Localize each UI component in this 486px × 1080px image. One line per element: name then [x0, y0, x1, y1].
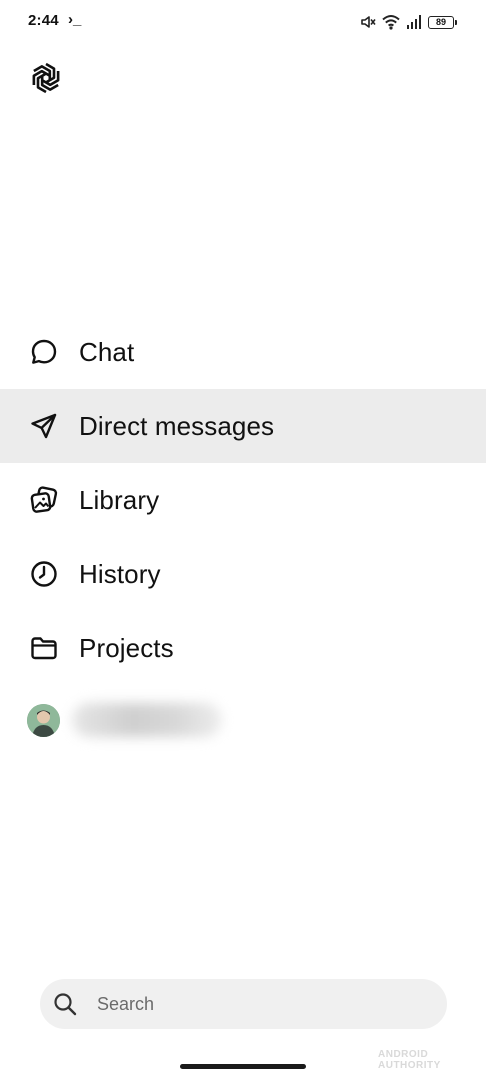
openai-logo-icon[interactable]	[27, 59, 65, 97]
nav-label-direct-messages: Direct messages	[79, 410, 275, 441]
status-time: 2:44	[28, 12, 59, 29]
nav-item-direct-messages[interactable]: Direct messages	[0, 389, 486, 463]
user-avatar	[27, 704, 60, 737]
search-bar[interactable]: Search	[40, 979, 447, 1029]
search-label: Search	[97, 994, 155, 1014]
battery-icon: 89	[428, 15, 457, 29]
battery-level: 89	[435, 16, 446, 27]
nav-label-projects: Projects	[79, 632, 174, 663]
signal-icon	[406, 14, 422, 30]
status-icons: 89	[360, 12, 457, 32]
paper-plane-icon	[28, 410, 60, 442]
wifi-icon	[382, 14, 400, 30]
nav-list: Chat Direct messages Library History Pro…	[0, 315, 486, 685]
nav-label-history: History	[79, 558, 161, 589]
folder-icon	[28, 632, 60, 664]
status-bar: 2:44 ›_ 89	[0, 0, 486, 44]
nav-item-projects[interactable]: Projects	[0, 611, 486, 685]
terminal-prompt-icon: ›_	[68, 11, 82, 28]
nav-item-history[interactable]: History	[0, 537, 486, 611]
watermark: ANDROID AUTHORITY	[378, 1049, 441, 1071]
clock-icon	[28, 558, 60, 590]
nav-label-library: Library	[79, 484, 160, 515]
nav-label-chat: Chat	[79, 336, 135, 367]
chat-bubble-icon	[28, 336, 60, 368]
profile-name-redacted	[72, 703, 222, 737]
mute-icon	[360, 14, 376, 30]
profile-row[interactable]	[0, 685, 486, 755]
images-icon	[28, 484, 60, 516]
home-indicator[interactable]	[180, 1064, 306, 1069]
search-icon	[53, 992, 77, 1016]
nav-item-chat[interactable]: Chat	[0, 315, 486, 389]
nav-item-library[interactable]: Library	[0, 463, 486, 537]
